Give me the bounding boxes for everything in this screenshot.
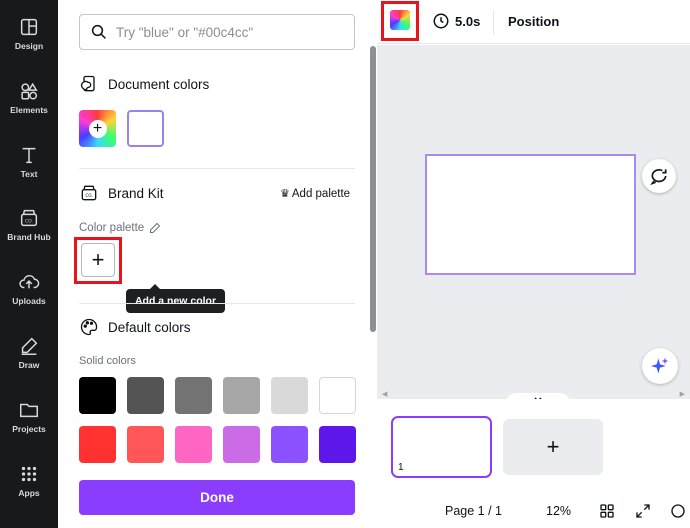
sidebar-item-brand-hub[interactable]: CO. Brand Hub <box>0 207 58 267</box>
panel-scrollbar[interactable] <box>370 46 376 332</box>
comment-refresh-icon <box>650 168 667 186</box>
grid-view-icon[interactable] <box>599 503 615 519</box>
uploads-icon <box>19 274 40 289</box>
add-palette-label: Add palette <box>291 187 351 200</box>
pages-strip: 1 + Page 1 / 1 12% <box>377 399 690 528</box>
draw-icon <box>21 337 38 355</box>
color-swatch[interactable] <box>223 426 260 463</box>
sidebar-item-label: Design <box>14 41 44 51</box>
help-icon[interactable] <box>670 503 686 519</box>
pencil-icon[interactable] <box>149 222 161 234</box>
duration-label: 5.0s <box>455 13 481 29</box>
plus-icon: + <box>88 119 107 138</box>
color-swatch[interactable] <box>79 377 116 414</box>
color-swatch[interactable] <box>271 426 308 463</box>
page-thumbnail-number: 1 <box>398 462 404 473</box>
canvas-area <box>377 45 690 391</box>
sidebar-item-projects[interactable]: Projects <box>0 399 58 459</box>
sidebar-item-text[interactable]: Text <box>0 144 58 204</box>
tooltip: Add a new color <box>126 284 225 313</box>
zoom-level[interactable]: 12% <box>546 504 571 518</box>
sidebar-item-label: Apps <box>18 488 40 498</box>
section-title: Brand Kit <box>108 185 164 201</box>
sidebar-item-label: Projects <box>12 424 46 434</box>
text-icon <box>22 147 36 164</box>
svg-text:CO.: CO. <box>25 219 33 225</box>
color-swatch[interactable] <box>127 377 164 414</box>
color-swatch[interactable] <box>127 426 164 463</box>
sidebar-item-label: Brand Hub <box>7 232 51 242</box>
add-document-color-button[interactable]: + <box>79 110 116 147</box>
toolbar-divider <box>493 10 494 34</box>
document-color-swatch[interactable] <box>127 110 164 147</box>
scroll-left-icon[interactable]: ◀ <box>382 390 387 398</box>
color-swatch[interactable] <box>175 426 212 463</box>
sidebar-item-design[interactable]: Design <box>0 16 58 76</box>
color-swatch[interactable] <box>175 377 212 414</box>
color-search[interactable] <box>79 14 355 50</box>
brand-hub-icon: CO. <box>20 209 38 227</box>
design-page[interactable] <box>425 154 636 275</box>
sidebar-item-apps[interactable]: Apps <box>0 463 58 523</box>
search-input[interactable] <box>116 24 336 40</box>
color-swatch[interactable] <box>319 377 356 414</box>
palette-name: Color palette <box>79 222 145 234</box>
divider <box>79 303 355 304</box>
document-colors-header: Document colors <box>79 74 209 94</box>
page-indicator[interactable]: Page 1 / 1 <box>445 504 502 518</box>
duration-button[interactable]: 5.0s <box>432 12 480 30</box>
add-new-color-button[interactable]: + <box>81 243 115 277</box>
projects-icon <box>20 403 38 418</box>
sidebar-item-label: Elements <box>10 105 48 115</box>
left-rail: Design Elements Text CO. Brand Hub Uploa… <box>0 0 58 528</box>
default-colors-header: Default colors <box>79 317 191 337</box>
magic-assistant-button[interactable] <box>642 348 678 384</box>
color-swatch[interactable] <box>79 426 116 463</box>
crown-icon: ♛ <box>280 188 290 200</box>
sidebar-item-label: Draw <box>18 360 40 370</box>
sidebar-item-label: Uploads <box>12 296 46 306</box>
color-swatch[interactable] <box>319 426 356 463</box>
add-palette-button[interactable]: ♛ Add palette <box>280 187 351 201</box>
solid-colors-label: Solid colors <box>79 355 136 367</box>
sidebar-item-label: Text <box>20 169 38 179</box>
page-thumbnail[interactable]: 1 <box>391 416 492 478</box>
document-palette-icon <box>80 75 95 92</box>
brand-kit-header: CO. Brand Kit <box>79 183 164 203</box>
elements-icon <box>21 82 38 100</box>
color-picker-button[interactable] <box>390 10 410 30</box>
palette-icon <box>80 318 98 336</box>
done-button[interactable]: Done <box>79 480 355 515</box>
sidebar-item-draw[interactable]: Draw <box>0 335 58 395</box>
add-comment-button[interactable] <box>642 159 676 193</box>
position-button[interactable]: Position <box>508 14 559 29</box>
design-icon <box>20 18 38 36</box>
editor-toolbar: 5.0s Position <box>377 0 690 44</box>
section-title: Default colors <box>108 319 191 335</box>
color-panel: Document colors + CO. Brand Kit ♛ Add pa… <box>58 0 377 528</box>
apps-icon <box>21 466 37 482</box>
fullscreen-icon[interactable] <box>635 503 651 519</box>
divider <box>79 168 355 169</box>
sidebar-item-elements[interactable]: Elements <box>0 80 58 140</box>
search-icon <box>91 24 106 39</box>
color-swatch[interactable] <box>223 377 260 414</box>
section-title: Document colors <box>108 76 210 92</box>
scroll-right-icon[interactable]: ▶ <box>680 390 685 398</box>
color-palette-label: Color palette <box>79 222 161 234</box>
brand-kit-icon: CO. <box>81 185 97 201</box>
color-swatch[interactable] <box>271 377 308 414</box>
add-page-button[interactable]: + <box>503 419 603 475</box>
sparkle-icon <box>650 357 669 374</box>
sidebar-item-uploads[interactable]: Uploads <box>0 271 58 331</box>
svg-text:CO.: CO. <box>85 193 92 198</box>
clock-icon <box>433 13 449 29</box>
